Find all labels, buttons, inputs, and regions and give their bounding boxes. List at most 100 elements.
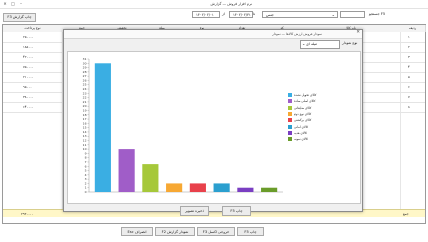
row-number: ۳ — [408, 55, 410, 59]
search-type-select[interactable]: جنس ⌄ — [262, 11, 338, 18]
y-tick-label: 0 — [85, 190, 87, 194]
y-tick-label: 14 — [83, 130, 87, 134]
cancel-label: Esc انصراف — [127, 230, 147, 234]
chart-report-label: F2 نمودار گزارش — [161, 230, 189, 234]
export-excel-label: F3 خروجی اکسل — [202, 230, 230, 234]
column-header[interactable]: ردیف — [400, 25, 426, 32]
row-number: ۲ — [408, 45, 410, 49]
y-tick-label: 28 — [83, 70, 87, 74]
y-tick-label: 27 — [83, 74, 87, 78]
y-tick-label: 19 — [83, 108, 87, 112]
payment-cell: ۱۸۵۰۰۰ — [23, 45, 34, 49]
y-tick-label: 18 — [83, 113, 87, 117]
bar — [94, 63, 111, 192]
row-number: ۸ — [408, 105, 410, 109]
y-tick-label: 15 — [83, 126, 87, 130]
column-header[interactable]: نوع پرداخت — [3, 25, 63, 32]
date-to-label: تا — [253, 12, 256, 16]
y-tick-label: 5 — [85, 169, 87, 173]
chart-area: 0 1 2 3 4 5 6 7 8 9 10 11 12 13 14 15 16 17 18 19 20 21 22 23 24… — [67, 51, 361, 204]
window-title: نرم افزار فروش — گزارش — [210, 2, 252, 6]
legend-swatch — [288, 99, 292, 104]
chevron-down-icon: ⌄ — [302, 41, 306, 46]
y-tick-label: 12 — [83, 139, 87, 143]
payment-cell: ۲۵۰۰۰۰ — [23, 35, 34, 39]
dialog-close-icon[interactable]: ✕ — [356, 30, 360, 35]
bar-chart: 0123456789101112131415161718192021222324… — [83, 57, 283, 194]
bar — [142, 164, 159, 192]
chart-dialog: نمودار فروش ارزش کالاها — نمودار ✕ نوع ن… — [63, 29, 363, 216]
print-label: F5 چاپ — [244, 230, 257, 234]
legend-swatch — [288, 130, 292, 135]
cancel-button[interactable]: Esc انصراف — [121, 227, 153, 236]
y-tick-label: 30 — [83, 61, 87, 65]
total-value: ۲۹۳۰۰۰۰ — [21, 212, 34, 216]
date-to-value: ۱۴۰۲/۰۲/۳۱ — [233, 13, 251, 17]
y-tick-label: 8 — [85, 156, 87, 160]
payment-cell: ۷۵۰۰۰۰ — [23, 65, 34, 69]
total-label: جمع — [403, 212, 409, 216]
legend-label: کالای هدیه — [294, 130, 307, 135]
chart-report-button[interactable]: F2 نمودار گزارش — [155, 227, 195, 236]
date-from-field[interactable]: ۱۴۰۲/۰۲/۰۱ — [192, 11, 220, 18]
chevron-down-icon: ⌄ — [331, 12, 335, 17]
row-number: ۶ — [408, 85, 410, 89]
bar — [189, 183, 206, 192]
minimize-icon[interactable]: – — [18, 1, 24, 7]
print-report-button[interactable]: F3 چاپ گزارش — [3, 13, 36, 22]
payment-cell: ۶۴۰۰۰۰ — [23, 105, 34, 109]
close-icon[interactable]: ✕ — [2, 1, 8, 7]
y-tick-label: 6 — [85, 164, 87, 168]
y-tick-label: 17 — [83, 117, 87, 121]
payment-cell: ۲۱۰۰۰۰ — [23, 75, 34, 79]
maximize-icon[interactable]: □ — [10, 1, 16, 7]
legend-swatch — [288, 93, 292, 97]
bar — [237, 187, 254, 192]
search-label: جستجو F5 — [369, 12, 386, 16]
y-tick-label: 13 — [83, 134, 87, 138]
date-to-field[interactable]: ۱۴۰۲/۰۲/۳۱ — [229, 11, 253, 18]
y-tick-label: 31 — [83, 57, 87, 61]
dialog-title-bar: نمودار فروش ارزش کالاها — نمودار ✕ — [64, 30, 362, 39]
y-tick-label: 20 — [83, 104, 87, 108]
y-tick-label: 4 — [85, 173, 87, 177]
y-tick-label: 24 — [83, 87, 87, 91]
search-input[interactable] — [340, 11, 365, 18]
y-tick-label: 21 — [83, 100, 87, 104]
legend-label: کالای تحویل نشده — [294, 93, 317, 97]
legend-swatch — [288, 137, 292, 142]
date-from-label: از — [222, 12, 225, 16]
bar — [261, 187, 278, 192]
payment-cell: ۴۲۰۰۰۰ — [23, 55, 34, 59]
y-tick-label: 22 — [83, 96, 87, 100]
legend-swatch — [288, 111, 292, 116]
title-bar: نرم افزار فروش — گزارش ✕ □ – — [0, 0, 428, 9]
print-report-label: F3 چاپ گزارش — [7, 15, 32, 19]
dialog-title: نمودار فروش ارزش کالاها — نمودار — [272, 32, 322, 36]
legend-label: کالای نوع دوم — [294, 111, 312, 116]
bar — [213, 183, 230, 192]
legend-label: کالای امانی — [294, 124, 309, 129]
date-from-value: ۱۴۰۲/۰۲/۰۱ — [196, 13, 214, 17]
payment-cell: ۹۵۰۰۰ — [23, 85, 32, 89]
bar — [166, 183, 183, 192]
y-tick-label: 2 — [85, 181, 87, 185]
print-button[interactable]: F5 چاپ — [237, 227, 264, 236]
dialog-print-label: F5 چاپ — [230, 209, 243, 213]
y-tick-label: 10 — [83, 147, 87, 151]
legend-label: کالای اصلی ساده — [294, 99, 316, 104]
y-tick-label: 26 — [83, 78, 87, 82]
row-number: ۱ — [408, 35, 410, 39]
export-excel-button[interactable]: F3 خروجی اکسل — [197, 227, 235, 236]
legend-swatch — [288, 124, 292, 129]
y-tick-label: 9 — [85, 151, 87, 155]
bar — [118, 149, 135, 192]
y-tick-label: 3 — [85, 177, 87, 181]
dialog-print-button[interactable]: F5 چاپ — [222, 206, 251, 216]
payment-cell: ۳۸۰۰۰۰ — [23, 95, 34, 99]
chart-type-value: میله ای — [306, 42, 318, 46]
row-number: ۵ — [408, 75, 410, 79]
save-image-button[interactable]: ذخیره تصویر — [180, 206, 209, 216]
chart-type-select[interactable]: میله ای ⌄ — [300, 40, 340, 49]
y-tick-label: 25 — [83, 83, 87, 87]
